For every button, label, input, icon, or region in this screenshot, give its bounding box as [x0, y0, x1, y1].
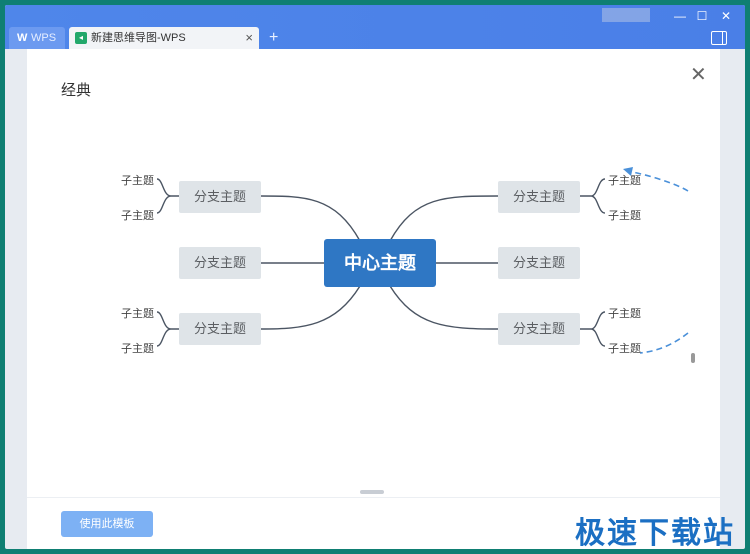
close-window-button[interactable]: ✕ [717, 7, 735, 25]
subtopic-node[interactable]: 子主题 [608, 207, 641, 223]
subtopic-node[interactable]: 子主题 [121, 207, 154, 223]
subtopic-node[interactable]: 子主题 [608, 172, 641, 188]
dialog-close-icon[interactable]: ✕ [690, 65, 707, 85]
branch-topic-node[interactable]: 分支主题 [179, 247, 261, 279]
use-template-button[interactable]: 使用此模板 [61, 511, 153, 537]
subtopic-node[interactable]: 子主题 [121, 340, 154, 356]
app-window: W WPS ◂ 新建思维导图-WPS × + — ☐ ✕ 经典 ✕ 中心主题 分… [5, 5, 745, 549]
branch-topic-node[interactable]: 分支主题 [498, 181, 580, 213]
subtopic-node[interactable]: 子主题 [121, 172, 154, 188]
branch-topic-node[interactable]: 分支主题 [179, 181, 261, 213]
footer-divider [27, 497, 720, 498]
tab-mindmap-document[interactable]: ◂ 新建思维导图-WPS × [69, 27, 259, 49]
subtopic-node[interactable]: 子主题 [608, 340, 641, 356]
tab-wps-home[interactable]: W WPS [9, 27, 65, 49]
tab-label: 新建思维导图-WPS [91, 32, 186, 44]
mindmap-doc-icon: ◂ [75, 32, 87, 44]
sidebar-toggle-icon[interactable] [711, 31, 727, 45]
mindmap-preview: 中心主题 分支主题 分支主题 分支主题 分支主题 分支主题 分支主题 子主题 子… [35, 111, 715, 501]
tab-close-icon[interactable]: × [245, 27, 253, 49]
branch-topic-node[interactable]: 分支主题 [498, 247, 580, 279]
tab-label: WPS [31, 32, 57, 44]
scrollbar-thumb[interactable] [691, 353, 695, 363]
branch-topic-node[interactable]: 分支主题 [498, 313, 580, 345]
new-tab-button[interactable]: + [269, 28, 278, 48]
dialog-title: 经典 [61, 82, 92, 99]
subtopic-node[interactable]: 子主题 [608, 305, 641, 321]
avatar[interactable] [602, 8, 650, 22]
minimize-button[interactable]: — [671, 7, 689, 25]
wps-logo-icon: W [17, 32, 28, 44]
resize-handle[interactable] [360, 490, 384, 494]
subtopic-node[interactable]: 子主题 [121, 305, 154, 321]
template-preview-dialog: 经典 ✕ 中心主题 分支主题 分支主题 分支主题 分支主题 分支主题 分支主题 … [27, 49, 720, 549]
site-watermark: 极速下载站 [575, 517, 735, 550]
title-bar: W WPS ◂ 新建思维导图-WPS × + — ☐ ✕ [5, 5, 745, 49]
maximize-button[interactable]: ☐ [693, 7, 711, 25]
scroll-down-arrow-icon [639, 332, 689, 354]
center-topic-node[interactable]: 中心主题 [324, 239, 436, 287]
branch-topic-node[interactable]: 分支主题 [179, 313, 261, 345]
